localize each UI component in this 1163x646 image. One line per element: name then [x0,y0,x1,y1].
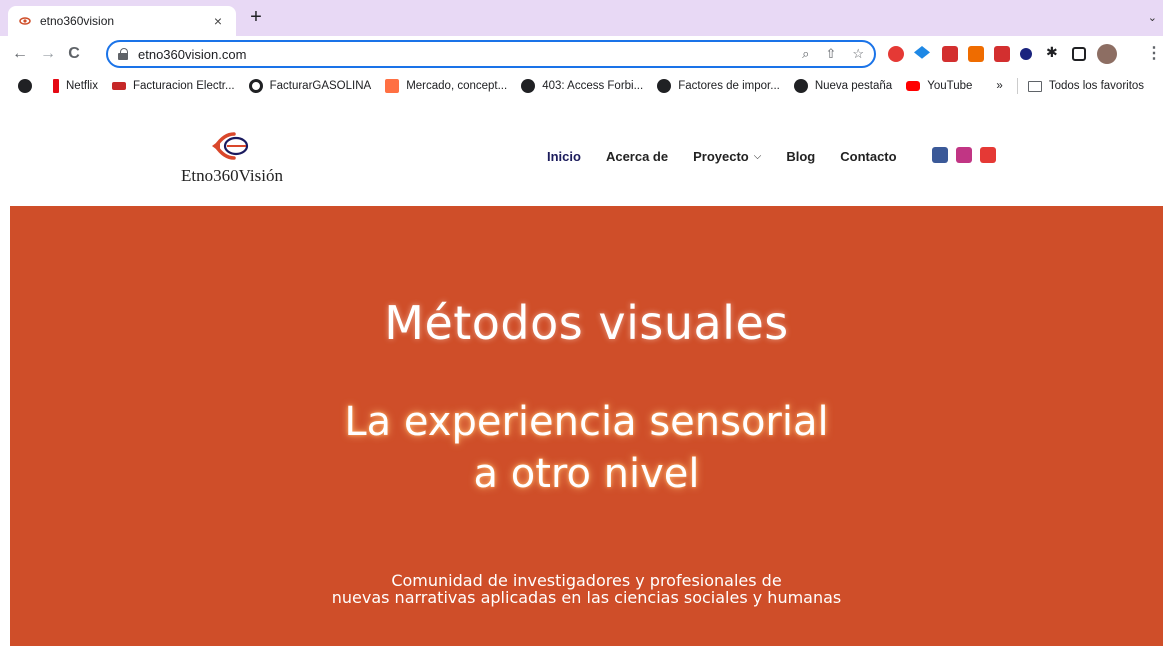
nav-inicio[interactable]: Inicio [547,149,581,164]
bookmarks-divider [1016,78,1018,94]
address-bar[interactable]: etno360vision.com ⌕ ⇧ ☆ [106,40,876,68]
browser-tab[interactable]: etno360vision × [8,6,236,36]
extension-sc-icon[interactable] [968,46,984,62]
site-favicon [19,17,31,25]
bookmark-mercado[interactable]: Mercado, concept... [385,79,507,93]
bookmarks-bar: Netflix Facturacion Electr... FacturarGA… [0,72,1163,100]
extension-red-icon[interactable] [942,46,958,62]
nav-proyecto[interactable]: Proyecto ⌵ [693,149,761,164]
extension-blue-icon[interactable] [1020,48,1032,60]
share-icon[interactable]: ⇧ [825,46,836,62]
pdf-icon[interactable] [994,46,1010,62]
bookmark-facturargasolina[interactable]: FacturarGASOLINA [248,79,371,93]
bookmarks-folder[interactable]: Todos los favoritos [1027,80,1144,92]
tab-close-icon[interactable]: × [210,13,226,29]
hero-tagline: Comunidad de investigadores y profesiona… [10,572,1163,606]
logo-eye-icon [212,132,249,160]
bookmark-star-icon[interactable]: ☆ [852,46,864,62]
bookmark-youtube[interactable]: YouTube [906,80,972,92]
invoice-icon [111,82,126,90]
social-links [932,147,996,163]
bookmark-item[interactable] [18,79,39,93]
hero-title: Métodos visuales [384,296,789,350]
main-nav: Inicio Acerca de Proyecto ⌵ Blog Contacto [547,149,922,164]
tab-strip: etno360vision × + ⌄ [0,0,1163,36]
globe-icon [657,79,672,93]
lock-icon[interactable] [118,48,128,60]
browser-toolbar: ← → C etno360vision.com ⌕ ⇧ ☆ ✱ ⋮ [0,36,1163,72]
hero-tagline-line2: nuevas narrativas aplicadas en las cienc… [331,588,842,607]
browser-menu-icon[interactable]: ⋮ [1142,42,1163,66]
url-text[interactable]: etno360vision.com [138,47,802,62]
forward-icon[interactable]: → [36,42,60,66]
bookmark-nueva-pestana[interactable]: Nueva pestaña [793,79,892,93]
globe-icon [248,79,263,93]
globe-icon [521,79,536,93]
brand-name: Etno360Visión [181,166,283,185]
nav-acerca-de[interactable]: Acerca de [606,149,668,164]
bookmarks-overflow-button[interactable]: » [996,80,1002,92]
hero-subtitle-line1: La experiencia sensorial [344,399,829,445]
facebook-icon[interactable] [932,147,948,163]
netflix-icon [53,79,59,93]
youtube-icon [906,81,921,91]
site-logo[interactable]: Etno360Visión [172,128,292,192]
extensions-puzzle-icon[interactable]: ✱ [1046,44,1062,60]
new-tab-button[interactable]: + [244,6,268,30]
folder-icon [1027,80,1042,92]
hero-subtitle-line2: a otro nivel [473,451,700,497]
nav-blog[interactable]: Blog [786,149,815,164]
bookmark-factores[interactable]: Factores de impor... [657,79,780,93]
nav-contacto[interactable]: Contacto [840,149,896,164]
youtube-icon[interactable] [980,147,996,163]
x-icon [385,79,400,93]
side-panel-icon[interactable] [1072,47,1086,61]
extension-cap-icon[interactable] [914,46,930,59]
reload-icon[interactable]: C [62,42,86,66]
bookmark-netflix[interactable]: Netflix [53,79,98,93]
tab-search-icon[interactable]: ⌄ [1148,11,1157,24]
profile-avatar[interactable] [1097,44,1117,64]
instagram-icon[interactable] [956,147,972,163]
globe-icon [793,79,808,93]
hero-subtitle: La experiencia sensorial a otro nivel [10,396,1163,500]
chevron-down-icon: ⌵ [753,151,762,162]
adblock-icon[interactable] [888,46,904,62]
zoom-icon[interactable]: ⌕ [802,46,809,62]
bookmark-facturacion[interactable]: Facturacion Electr... [111,80,235,92]
bookmark-403[interactable]: 403: Access Forbi... [521,79,643,93]
chrome-globe-icon [18,79,32,93]
site-header: Etno360Visión Inicio Acerca de Proyecto ⌵… [10,100,1163,206]
back-icon[interactable]: ← [8,42,32,66]
tab-title: etno360vision [40,14,115,28]
hero-section: Métodos visuales La experiencia sensoria… [10,206,1163,646]
